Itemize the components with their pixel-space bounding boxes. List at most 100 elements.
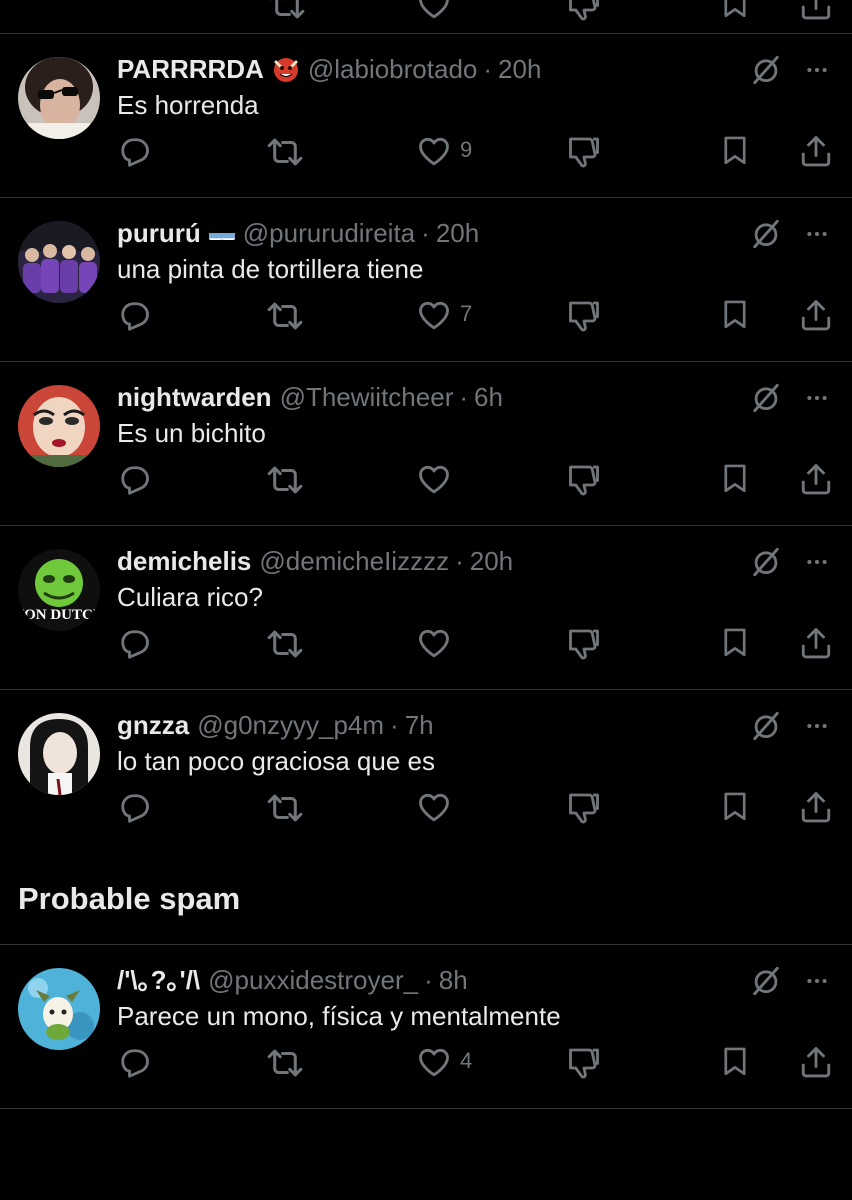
share-icon[interactable] bbox=[798, 789, 834, 823]
reply-icon[interactable] bbox=[116, 297, 152, 331]
more-icon[interactable] bbox=[802, 57, 832, 83]
reply-item[interactable]: nightwarden @Thewiitcheer · 6h Es un bichit… bbox=[0, 361, 852, 525]
reply-icon[interactable] bbox=[116, 461, 152, 495]
grok-icon[interactable] bbox=[749, 217, 783, 251]
display-name[interactable]: nightwarden bbox=[117, 382, 272, 412]
reply-item[interactable]: /'\｡?｡'/\ @puxxidestroyer_ · 8h Parece un m… bbox=[0, 944, 852, 1108]
display-name[interactable]: /'\｡?｡'/\ bbox=[117, 965, 200, 995]
handle[interactable]: @puxxidestroyer_ bbox=[208, 965, 418, 995]
avatar[interactable] bbox=[18, 713, 100, 795]
argentina-flag-icon bbox=[208, 224, 235, 240]
reply-icon[interactable] bbox=[116, 625, 152, 659]
reply-header: pururú @pururudireita · 20h bbox=[117, 217, 479, 249]
grok-icon[interactable] bbox=[749, 964, 783, 998]
like-button[interactable]: 4 bbox=[416, 1044, 496, 1078]
reply-item[interactable]: PARRRRDA @labiobrotado · 20h Es horrenda 9 bbox=[0, 33, 852, 197]
grok-icon[interactable] bbox=[749, 709, 783, 743]
more-icon[interactable] bbox=[802, 385, 832, 411]
timestamp[interactable]: 8h bbox=[439, 965, 468, 995]
retweet-icon[interactable] bbox=[266, 1044, 304, 1078]
dislike-icon[interactable] bbox=[566, 1044, 602, 1078]
handle[interactable]: @pururudireita bbox=[243, 218, 415, 248]
reply-icon[interactable] bbox=[116, 1044, 152, 1078]
dislike-icon[interactable] bbox=[566, 625, 602, 659]
like-button[interactable]: 9 bbox=[416, 133, 496, 167]
timestamp[interactable]: 20h bbox=[470, 546, 513, 576]
dislike-icon[interactable] bbox=[566, 133, 602, 167]
retweet-icon[interactable] bbox=[266, 297, 304, 331]
avatar[interactable] bbox=[18, 57, 100, 139]
dislike-icon[interactable] bbox=[566, 297, 602, 331]
timestamp[interactable]: 7h bbox=[405, 710, 434, 740]
reply-header: gnzza @g0nzyyy_p4m · 7h bbox=[117, 709, 434, 741]
share-icon[interactable] bbox=[798, 461, 834, 495]
display-name[interactable]: gnzza bbox=[117, 710, 189, 740]
like-button[interactable]: 7 bbox=[416, 297, 496, 331]
reply-icon[interactable] bbox=[116, 133, 152, 167]
share-icon[interactable] bbox=[798, 133, 834, 167]
grok-icon[interactable] bbox=[749, 53, 783, 87]
reply-item[interactable]: pururú @pururudireita · 20h una pinta de to… bbox=[0, 197, 852, 361]
display-name[interactable]: demichelis bbox=[117, 546, 251, 576]
bookmark-icon[interactable] bbox=[718, 1044, 752, 1078]
like-button[interactable] bbox=[416, 625, 496, 659]
retweet-icon[interactable] bbox=[266, 461, 304, 495]
handle[interactable]: @g0nzyyy_p4m bbox=[197, 710, 384, 740]
retweet-icon[interactable] bbox=[266, 133, 304, 167]
more-icon[interactable] bbox=[802, 221, 832, 247]
dislike-icon[interactable] bbox=[566, 0, 602, 22]
like-icon[interactable] bbox=[416, 0, 452, 22]
separator: · bbox=[483, 54, 493, 84]
avatar[interactable] bbox=[18, 968, 100, 1050]
grok-icon[interactable] bbox=[749, 545, 783, 579]
avatar-logo-text: VON DUTCH bbox=[18, 607, 100, 623]
handle[interactable]: @labiobrotado bbox=[308, 54, 478, 84]
display-name[interactable]: pururú bbox=[117, 218, 201, 248]
timestamp[interactable]: 6h bbox=[474, 382, 503, 412]
reply-text: lo tan poco graciosa que es bbox=[117, 746, 435, 776]
bookmark-icon[interactable] bbox=[718, 133, 752, 167]
bookmark-icon[interactable] bbox=[718, 461, 752, 495]
avatar[interactable]: VON DUTCH bbox=[18, 549, 100, 631]
like-button[interactable] bbox=[416, 789, 496, 823]
like-button[interactable] bbox=[416, 461, 496, 495]
retweet-icon[interactable] bbox=[266, 789, 304, 823]
reply-item[interactable]: gnzza @g0nzyyy_p4m · 7h lo tan poco gracios… bbox=[0, 689, 852, 853]
handle[interactable]: @demicheIizzzz bbox=[259, 546, 449, 576]
reply-icon[interactable] bbox=[116, 789, 152, 823]
retweet-icon[interactable] bbox=[266, 625, 304, 659]
bookmark-icon[interactable] bbox=[718, 0, 752, 20]
like-icon bbox=[416, 133, 452, 169]
section-title-probable-spam[interactable]: Probable spam bbox=[18, 880, 240, 918]
reply-item[interactable]: VON DUTCH demichelis @demicheIizzzz · 20h C… bbox=[0, 525, 852, 689]
like-icon bbox=[416, 1044, 452, 1080]
retweet-icon[interactable] bbox=[268, 0, 306, 24]
share-icon[interactable] bbox=[798, 625, 834, 659]
like-count: 4 bbox=[460, 1048, 473, 1073]
reply-header: demichelis @demicheIizzzz · 20h bbox=[117, 545, 513, 577]
bookmark-icon[interactable] bbox=[718, 789, 752, 823]
reply-header: /'\｡?｡'/\ @puxxidestroyer_ · 8h bbox=[117, 964, 468, 996]
like-count: 7 bbox=[460, 301, 473, 326]
more-icon[interactable] bbox=[802, 713, 832, 739]
timestamp[interactable]: 20h bbox=[498, 54, 541, 84]
more-icon[interactable] bbox=[802, 549, 832, 575]
more-icon[interactable] bbox=[802, 968, 832, 994]
like-count: 9 bbox=[460, 137, 473, 162]
grok-icon[interactable] bbox=[749, 381, 783, 415]
timestamp[interactable]: 20h bbox=[436, 218, 479, 248]
share-icon[interactable] bbox=[798, 297, 834, 331]
handle[interactable]: @Thewiitcheer bbox=[280, 382, 454, 412]
share-icon[interactable] bbox=[798, 0, 834, 22]
avatar[interactable] bbox=[18, 385, 100, 467]
dislike-icon[interactable] bbox=[566, 461, 602, 495]
display-name[interactable]: PARRRRDA bbox=[117, 54, 264, 84]
reply-text: Es un bichito bbox=[117, 418, 266, 448]
avatar[interactable] bbox=[18, 221, 100, 303]
bookmark-icon[interactable] bbox=[718, 297, 752, 331]
reply-header: PARRRRDA @labiobrotado · 20h bbox=[117, 53, 541, 85]
share-icon[interactable] bbox=[798, 1044, 834, 1078]
reply-text: una pinta de tortillera tiene bbox=[117, 254, 424, 284]
bookmark-icon[interactable] bbox=[718, 625, 752, 659]
dislike-icon[interactable] bbox=[566, 789, 602, 823]
